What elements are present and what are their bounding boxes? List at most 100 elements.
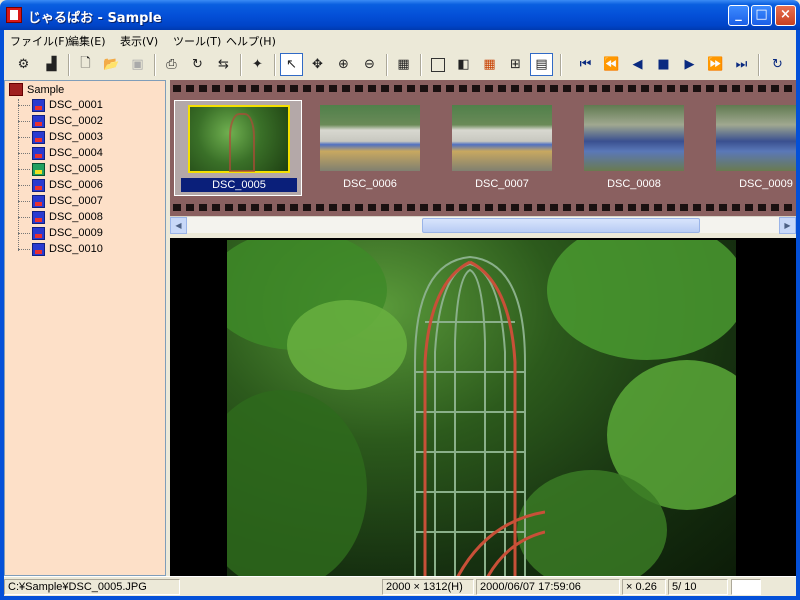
toolbar-separator xyxy=(68,54,70,76)
climbing-cage-graphic xyxy=(414,255,545,576)
new-file-icon[interactable]: 🗋 xyxy=(74,53,97,76)
select-pointer-icon[interactable]: ↖ xyxy=(280,53,303,76)
title-bar[interactable]: じゃるぱお - Sample _ □ × xyxy=(0,0,800,30)
zoom-out-icon[interactable]: ⊖ xyxy=(358,53,381,76)
tree-item-dsc-0004[interactable]: DSC_0004 xyxy=(18,145,103,161)
tree-item-label: DSC_0007 xyxy=(49,195,103,207)
tree-item-dsc-0006[interactable]: DSC_0006 xyxy=(18,177,103,193)
last-image-icon[interactable]: ⏭ xyxy=(730,53,753,76)
image-file-icon xyxy=(32,146,45,160)
toolbar-separator xyxy=(758,54,760,76)
refresh-icon[interactable]: ↻ xyxy=(766,53,789,76)
thumbnail-dsc-0006[interactable]: DSC_0006 xyxy=(306,100,434,196)
status-color-box xyxy=(731,579,761,595)
status-bar: C:¥Sample¥DSC_0005.JPG 2000 × 1312(H) 20… xyxy=(4,576,796,596)
thumbnail-label: DSC_0008 xyxy=(607,178,661,190)
toolbar-separator xyxy=(154,54,156,76)
tree-item-label: DSC_0008 xyxy=(49,211,103,223)
tree-item-label: DSC_0002 xyxy=(49,115,103,127)
thumbnail-image xyxy=(188,105,290,173)
app-icon[interactable] xyxy=(6,7,22,23)
thumbnail-dsc-0005[interactable]: DSC_0005 xyxy=(174,100,302,196)
thumbnail-dsc-0007[interactable]: DSC_0007 xyxy=(438,100,566,196)
tree-item-dsc-0002[interactable]: DSC_0002 xyxy=(18,113,103,129)
thumbnail-label: DSC_0006 xyxy=(343,178,397,190)
image-file-icon xyxy=(32,210,45,224)
menu-help[interactable]: ヘルプ(H) xyxy=(226,33,276,49)
move-icon[interactable]: ✥ xyxy=(306,53,329,76)
tree-item-dsc-0009[interactable]: DSC_0009 xyxy=(18,225,103,241)
image-file-icon xyxy=(32,130,45,144)
menu-edit[interactable]: 編集(E) xyxy=(68,33,106,49)
status-zoom: × 0.26 xyxy=(622,579,666,595)
convert-icon[interactable]: ⇆ xyxy=(212,53,235,76)
toolbar-separator xyxy=(386,54,388,76)
folder-tree[interactable]: Sample DSC_0001 DSC_0002 DSC_0003 DSC_00… xyxy=(4,80,166,576)
thumbnail-image xyxy=(716,105,796,171)
close-button[interactable]: × xyxy=(775,5,796,26)
thumbnail-image xyxy=(584,105,684,171)
tree-root-label: Sample xyxy=(27,83,65,96)
menu-tools[interactable]: ツール(T) xyxy=(173,33,221,49)
previous-icon[interactable]: ◀ xyxy=(626,53,649,76)
filmstrip-view-icon[interactable]: ▤ xyxy=(530,53,553,76)
menu-bar: ファイル(F) 編集(E) 表示(V) ツール(T) ヘルプ(H) xyxy=(0,30,800,50)
tree-item-label: DSC_0006 xyxy=(49,179,103,191)
tree-item-dsc-0003[interactable]: DSC_0003 xyxy=(18,129,103,145)
minimize-button[interactable]: _ xyxy=(728,5,749,26)
window-border-bottom xyxy=(0,596,800,600)
fast-forward-icon[interactable]: ⏩ xyxy=(704,53,727,76)
split-view-icon[interactable]: ◧ xyxy=(452,53,475,76)
first-image-icon[interactable]: ⏮ xyxy=(574,53,597,76)
image-viewer[interactable] xyxy=(170,236,796,576)
scroll-right-arrow-icon[interactable]: ▶ xyxy=(779,217,796,234)
tree-item-label: DSC_0004 xyxy=(49,147,103,159)
thumbnail-dsc-0008[interactable]: DSC_0008 xyxy=(570,100,698,196)
main-photo xyxy=(227,240,736,576)
filmstrip-scrollbar[interactable]: ◀ ▶ xyxy=(170,216,796,234)
print-icon[interactable]: ⎙ xyxy=(160,53,183,76)
tree-view-icon[interactable]: ⚙ xyxy=(12,53,35,76)
menu-view[interactable]: 表示(V) xyxy=(120,33,158,49)
image-file-icon xyxy=(32,178,45,192)
slideshow-icon[interactable]: ✦ xyxy=(246,53,269,76)
play-icon[interactable]: ▶ xyxy=(678,53,701,76)
scroll-left-arrow-icon[interactable]: ◀ xyxy=(170,217,187,234)
tree-item-dsc-0010[interactable]: DSC_0010 xyxy=(18,241,103,257)
toolbar: ⚙ ▟ 🗋 📂 ▣ ⎙ ↻ ⇆ ✦ ↖ ✥ ⊕ ⊖ ▦ ◧ ▦ ⊞ ▤ ⏮ ⏪ … xyxy=(4,50,796,80)
grid-view-icon[interactable]: ▦ xyxy=(478,53,501,76)
thumbnail-label: DSC_0005 xyxy=(181,178,297,192)
tree-item-label: DSC_0005 xyxy=(49,163,103,175)
four-pane-icon[interactable]: ⊞ xyxy=(504,53,527,76)
status-datetime: 2000/06/07 17:59:06 xyxy=(476,579,620,595)
toolbar-separator xyxy=(420,54,422,76)
image-file-icon xyxy=(32,114,45,128)
tree-item-dsc-0007[interactable]: DSC_0007 xyxy=(18,193,103,209)
tree-item-label: DSC_0001 xyxy=(49,99,103,111)
tree-root[interactable]: Sample xyxy=(9,83,64,96)
fit-window-icon[interactable]: ▦ xyxy=(392,53,415,76)
tree-item-dsc-0005[interactable]: DSC_0005 xyxy=(18,161,103,177)
maximize-button[interactable]: □ xyxy=(751,5,772,26)
toolbar-separator xyxy=(274,54,276,76)
rewind-icon[interactable]: ⏪ xyxy=(600,53,623,76)
book-icon xyxy=(9,83,23,96)
thumbnail-dsc-0009[interactable]: DSC_0009 xyxy=(702,100,796,196)
tree-item-label: DSC_0010 xyxy=(49,243,103,255)
tree-item-dsc-0008[interactable]: DSC_0008 xyxy=(18,209,103,225)
status-dimensions: 2000 × 1312(H) xyxy=(382,579,474,595)
thumbnail-image xyxy=(320,105,420,171)
menu-file[interactable]: ファイル(F) xyxy=(10,33,69,49)
full-view-icon[interactable] xyxy=(426,53,449,76)
rotate-image-icon[interactable]: ↻ xyxy=(186,53,209,76)
zoom-in-icon[interactable]: ⊕ xyxy=(332,53,355,76)
toolbar-separator xyxy=(240,54,242,76)
open-folder-icon[interactable]: 📂 xyxy=(100,53,123,76)
stop-icon[interactable]: ■ xyxy=(652,53,675,76)
sort-icon[interactable]: ▟ xyxy=(40,53,63,76)
save-icon[interactable]: ▣ xyxy=(126,53,149,76)
thumbnail-label: DSC_0009 xyxy=(739,178,793,190)
thumbnail-image xyxy=(452,105,552,171)
tree-item-dsc-0001[interactable]: DSC_0001 xyxy=(18,97,103,113)
scrollbar-thumb[interactable] xyxy=(422,218,700,233)
